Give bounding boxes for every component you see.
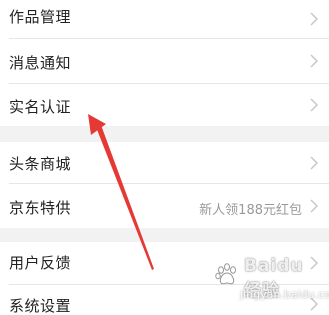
settings-page: 作品管理 消息通知 实名认证 头条商城 京东特供 新人领188元红包 用户反馈 … <box>0 0 329 315</box>
menu-item-message-notification[interactable]: 消息通知 <box>0 39 329 83</box>
menu-item-label: 用户反馈 <box>9 254 72 272</box>
paw-logo-icon <box>215 263 236 285</box>
watermark-url: jingyan.baidu.com <box>240 288 329 301</box>
chevron-right-icon <box>310 98 319 112</box>
menu-item-jd-special[interactable]: 京东特供 新人领188元红包 <box>0 184 329 228</box>
menu-item-label: 京东特供 <box>9 199 72 217</box>
chevron-right-icon <box>310 12 319 26</box>
menu-item-label: 作品管理 <box>9 8 72 26</box>
promo-text: 新人领188元红包 <box>199 203 302 218</box>
menu-item-toutiao-mall[interactable]: 头条商城 <box>0 142 329 183</box>
watermark: Baidu 经验 jingyan.baidu.com <box>196 254 329 310</box>
section-gap <box>0 228 329 242</box>
menu-item-label: 实名认证 <box>9 98 72 116</box>
menu-item-works-management[interactable]: 作品管理 <box>0 0 329 38</box>
section-gap <box>0 126 329 142</box>
menu-item-label: 消息通知 <box>9 54 72 72</box>
chevron-right-icon <box>310 199 319 213</box>
chevron-right-icon <box>310 156 319 170</box>
menu-item-label: 系统设置 <box>9 297 72 315</box>
menu-item-label: 头条商城 <box>9 155 72 173</box>
chevron-right-icon <box>310 54 319 68</box>
menu-item-real-name-verification[interactable]: 实名认证 <box>0 84 329 126</box>
